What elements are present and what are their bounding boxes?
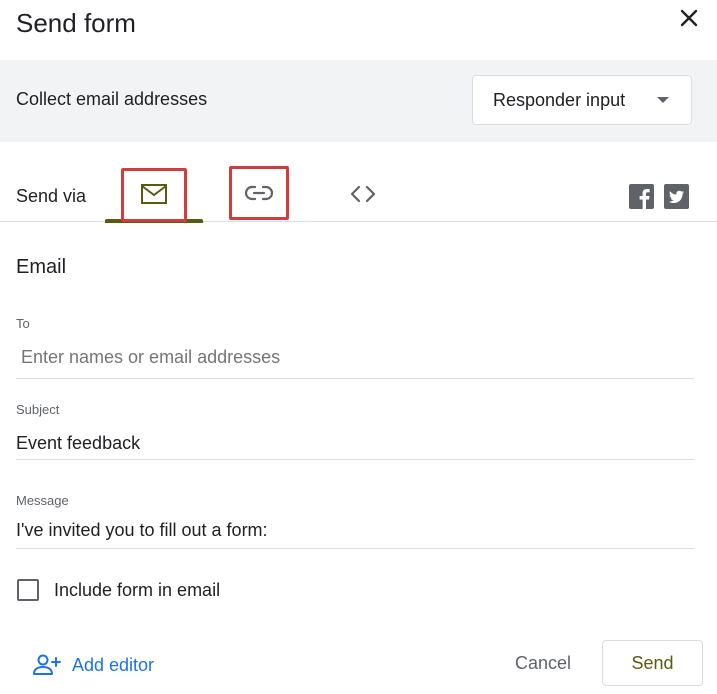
to-field [16, 344, 699, 379]
twitter-icon [664, 184, 689, 209]
facebook-icon [629, 184, 654, 209]
include-form-checkbox[interactable] [17, 579, 39, 601]
subject-label: Subject [16, 402, 60, 417]
message-label: Message [16, 493, 69, 508]
collect-email-select[interactable]: Responder input [472, 75, 692, 125]
collect-email-bar: Collect email addresses Responder input [0, 60, 717, 142]
subject-input[interactable] [16, 430, 694, 456]
send-via-row: Send via [0, 142, 717, 223]
message-field [16, 517, 694, 549]
close-button[interactable] [675, 4, 703, 32]
send-via-label: Send via [16, 186, 87, 206]
send-button[interactable]: Send [602, 640, 703, 686]
include-form-label: Include form in email [54, 580, 221, 600]
to-input[interactable] [16, 344, 699, 370]
share-facebook-button[interactable] [629, 184, 654, 209]
close-icon [680, 9, 698, 27]
select-value: Responder input [493, 90, 626, 110]
arrow-drop-down-icon [657, 97, 669, 103]
cancel-button[interactable]: Cancel [496, 641, 590, 685]
embed-code-icon [350, 185, 376, 203]
dialog-title: Send form [16, 8, 136, 38]
collect-email-label: Collect email addresses [16, 89, 208, 109]
tab-embed[interactable] [340, 172, 386, 212]
share-twitter-button[interactable] [664, 184, 689, 209]
highlight-link-tab [229, 166, 289, 220]
highlight-email-tab [121, 168, 187, 222]
add-editor-label: Add editor [72, 655, 155, 675]
person-add-icon [33, 654, 61, 675]
send-form-dialog: Send form Collect email addresses Respon… [0, 0, 717, 694]
to-label: To [16, 316, 30, 331]
subject-field [16, 430, 694, 460]
email-section-heading: Email [16, 256, 67, 278]
message-input[interactable] [16, 517, 694, 543]
